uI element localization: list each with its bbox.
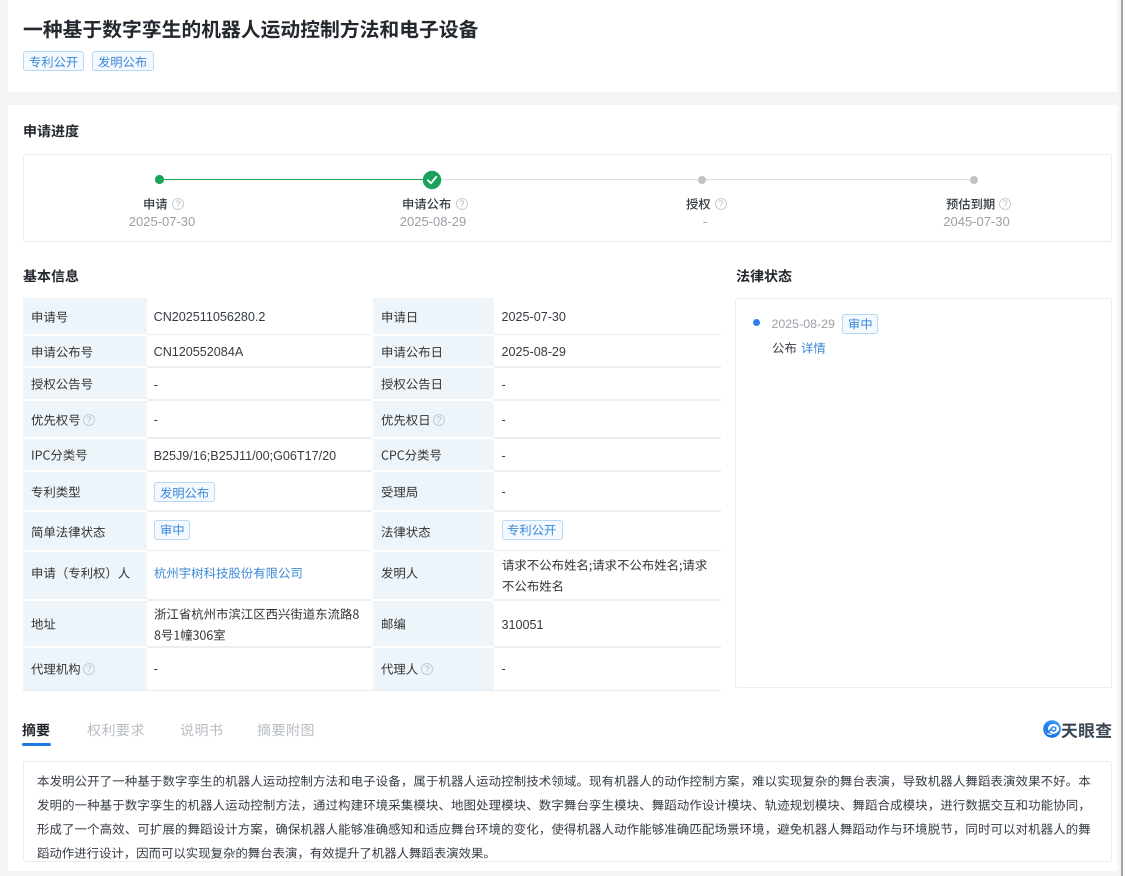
svg-text:?: ? (424, 663, 429, 674)
svg-text:?: ? (436, 414, 441, 425)
svg-text:?: ? (176, 199, 181, 210)
svg-text:?: ? (719, 199, 724, 210)
svg-text:?: ? (86, 414, 91, 425)
svg-text:?: ? (1003, 199, 1008, 210)
svg-text:?: ? (459, 199, 464, 210)
svg-text:?: ? (86, 663, 91, 674)
